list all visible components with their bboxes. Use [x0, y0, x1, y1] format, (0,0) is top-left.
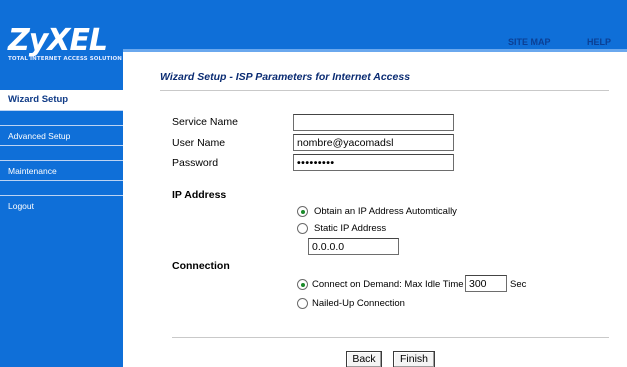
- title-divider: [160, 90, 609, 91]
- sidebar-divider: [0, 110, 123, 125]
- site-map-link[interactable]: SITE MAP: [508, 37, 551, 47]
- static-ip-input[interactable]: [308, 238, 399, 255]
- sidebar-item-advanced-setup[interactable]: Advanced Setup: [0, 125, 123, 145]
- nailed-up-radio[interactable]: [297, 298, 308, 309]
- back-button[interactable]: Back: [346, 351, 382, 367]
- logo-tagline: TOTAL INTERNET ACCESS SOLUTION: [8, 56, 123, 62]
- connect-on-demand-radio[interactable]: [297, 279, 308, 290]
- sidebar-item-logout[interactable]: Logout: [0, 195, 123, 215]
- ip-address-heading: IP Address: [172, 189, 227, 201]
- footer-divider: [172, 337, 609, 338]
- service-name-input[interactable]: [293, 114, 454, 131]
- connection-heading: Connection: [172, 260, 230, 272]
- static-ip-label: Static IP Address: [314, 223, 387, 234]
- user-name-input[interactable]: [293, 134, 454, 151]
- logo-wordmark: ZyXEL: [8, 23, 108, 58]
- connect-on-demand-label: Connect on Demand: Max Idle Time: [312, 279, 464, 290]
- finish-button[interactable]: Finish: [393, 351, 435, 367]
- idle-time-unit: Sec: [510, 279, 527, 290]
- sidebar: ZyXEL TOTAL INTERNET ACCESS SOLUTION Wiz…: [0, 0, 123, 367]
- obtain-ip-auto-radio[interactable]: [297, 206, 308, 217]
- user-name-label: User Name: [172, 137, 226, 149]
- page-title: Wizard Setup - ISP Parameters for Intern…: [160, 71, 411, 83]
- service-name-label: Service Name: [172, 116, 238, 128]
- password-input[interactable]: [293, 154, 454, 171]
- zyxel-logo: ZyXEL TOTAL INTERNET ACCESS SOLUTION: [0, 0, 123, 80]
- sidebar-divider: [0, 180, 123, 195]
- top-banner: [123, 0, 627, 49]
- sidebar-item-wizard-setup[interactable]: Wizard Setup: [0, 90, 123, 110]
- nailed-up-label: Nailed-Up Connection: [312, 298, 405, 309]
- static-ip-radio[interactable]: [297, 223, 308, 234]
- sidebar-nav: Wizard Setup Advanced Setup Maintenance …: [0, 90, 123, 215]
- obtain-ip-auto-label: Obtain an IP Address Automtically: [314, 206, 457, 217]
- top-banner-edge: [123, 49, 627, 52]
- password-label: Password: [172, 157, 219, 169]
- help-link[interactable]: HELP: [587, 37, 611, 47]
- sidebar-divider: [0, 145, 123, 160]
- max-idle-time-input[interactable]: [465, 275, 507, 292]
- sidebar-item-maintenance[interactable]: Maintenance: [0, 160, 123, 180]
